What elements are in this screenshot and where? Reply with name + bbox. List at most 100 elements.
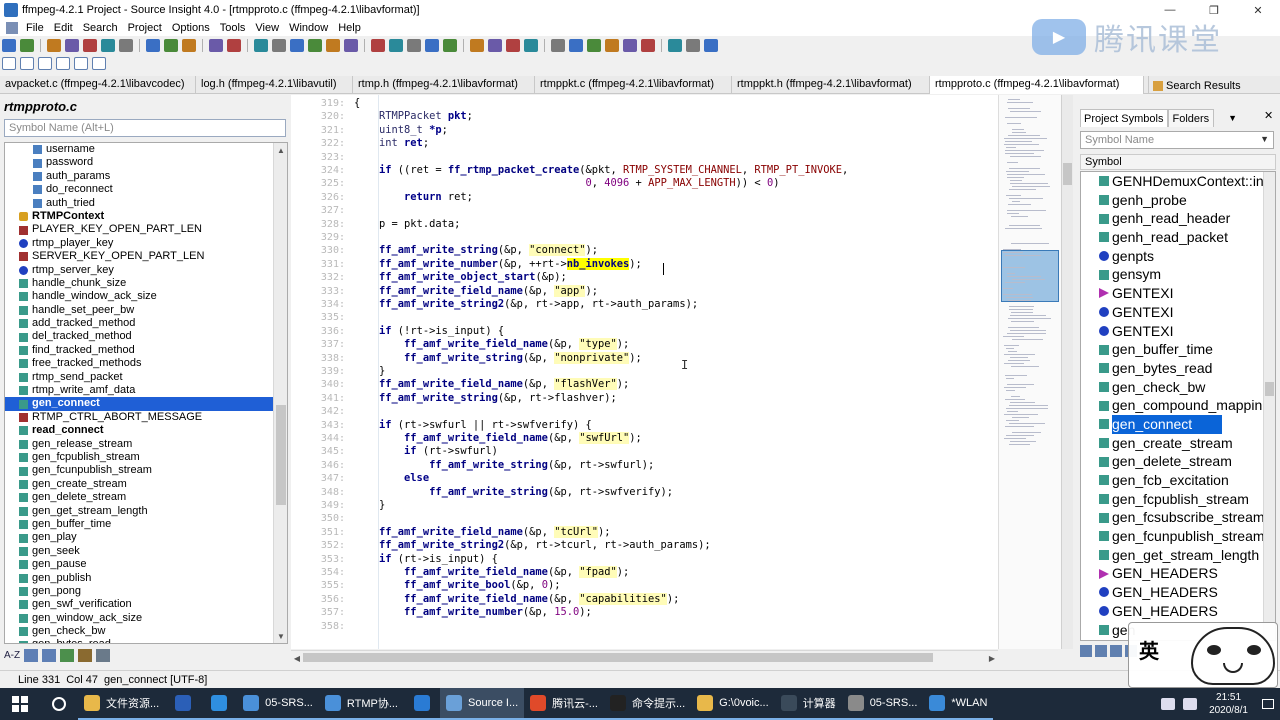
symbol-item[interactable]: gen_fcpublish_stream (5, 451, 273, 464)
project-symbol-item[interactable]: genh_read_packet (1081, 228, 1264, 247)
toolbar-button-icon[interactable] (290, 38, 304, 52)
project-symbol-item[interactable]: GENTEXI (1081, 284, 1264, 303)
toolbar-button-icon[interactable] (272, 38, 286, 52)
close-icon[interactable]: ✕ (1264, 109, 1273, 122)
code-line[interactable]: 353: if (rt->is_input) { (291, 553, 998, 566)
project-symbol-item[interactable]: gen_connect (1081, 414, 1264, 434)
menu-file[interactable]: File (22, 22, 50, 34)
toolbar-button-icon[interactable] (344, 38, 358, 52)
code-line[interactable]: 328: p = pkt.data; (291, 218, 998, 231)
code-line[interactable]: 325: 0, 4096 + APP_MAX_LENGTH)) < 0) (291, 177, 998, 190)
symbol-item[interactable]: gen_fcunpublish_stream (5, 464, 273, 477)
code-line[interactable]: 338: ff_amf_write_string(&p, "nonprivate… (291, 351, 998, 365)
symbol-item[interactable]: gen_bytes_read (5, 638, 273, 643)
symbol-item[interactable]: gen_create_stream (5, 478, 273, 491)
symbol-search-input[interactable]: Symbol Name (Alt+L) (4, 119, 286, 137)
code-line[interactable]: 320: RTMPPacket pkt; (291, 110, 998, 123)
symbol-item[interactable]: gen_pong (5, 585, 273, 598)
toolbar-button-icon[interactable] (587, 38, 601, 52)
file-tab[interactable]: rtmppkt.c (ffmpeg-4.2.1\libavformat) (535, 76, 732, 94)
symbol-item[interactable]: gen_window_ack_size (5, 612, 273, 625)
symbol-item[interactable]: gen_buffer_time (5, 518, 273, 531)
scrollbar-thumb[interactable] (1063, 163, 1072, 185)
dropdown-arrow-icon[interactable]: ▼ (1260, 134, 1269, 144)
taskbar-item[interactable]: 05-SRS... (841, 688, 924, 720)
toolbar-button-icon[interactable] (47, 38, 61, 52)
toolbar-button-icon[interactable] (407, 38, 421, 52)
toolbar-button-icon[interactable] (209, 38, 223, 52)
file-tab[interactable]: rtmpproto.c (ffmpeg-4.2.1\libavformat) (930, 76, 1144, 94)
volume-icon[interactable] (1183, 698, 1198, 710)
tree-view-icon[interactable] (42, 648, 57, 662)
toolbar-button-icon[interactable] (65, 38, 79, 52)
toolbar-button-icon[interactable] (470, 38, 484, 52)
code-line[interactable]: 335: (291, 311, 998, 324)
symbol-item[interactable]: handle_window_ack_size (5, 290, 273, 303)
scroll-right-icon[interactable]: ▶ (986, 651, 998, 665)
taskbar-item[interactable]: 命令提示... (603, 688, 692, 720)
toolbar-button-icon[interactable] (686, 38, 700, 52)
folder-icon[interactable] (1095, 645, 1107, 657)
code-line[interactable]: 350: (291, 512, 998, 525)
file-tab[interactable]: rtmppkt.h (ffmpeg-4.2.1\libavformat) (732, 76, 930, 94)
toolbar-button-icon[interactable] (371, 38, 385, 52)
symbol-item[interactable]: gen_delete_stream (5, 491, 273, 504)
category-icon[interactable] (60, 648, 75, 662)
project-symbol-item[interactable]: GEN_HEADERS (1081, 583, 1264, 602)
symbol-item[interactable]: gen_release_stream (5, 438, 273, 451)
scroll-up-icon[interactable]: ▲ (274, 143, 287, 157)
symbol-item[interactable]: auth_tried (5, 197, 273, 210)
project-symbol-search-input[interactable]: Symbol Name ▼ (1080, 131, 1274, 149)
symbol-item[interactable]: handle_chunk_size (5, 277, 273, 290)
code-line[interactable]: 332: ff_amf_write_object_start(&p); (291, 271, 998, 284)
tab-search-results[interactable]: Search Results (1148, 76, 1280, 94)
symbol-item[interactable]: auth_params (5, 170, 273, 183)
menu-options[interactable]: Options (168, 22, 216, 34)
symbol-item[interactable]: RTMPContext (5, 210, 273, 223)
notification-center-button[interactable] (1256, 688, 1280, 720)
toolbar-button-icon[interactable] (254, 38, 268, 52)
code-line[interactable]: 333: ff_amf_write_field_name(&p, "app"); (291, 284, 998, 298)
project-symbol-item[interactable]: GEN_HEADERS (1081, 564, 1264, 583)
toolbar-button-icon[interactable] (524, 38, 538, 52)
code-line[interactable]: 339: } (291, 365, 998, 378)
project-symbol-item[interactable]: gen_create_stream (1081, 434, 1264, 453)
code-line[interactable]: 348: ff_amf_write_string(&p, rt->swfveri… (291, 486, 998, 499)
project-symbol-item[interactable]: gen_buffer_time (1081, 340, 1264, 359)
symbol-item[interactable]: read_connect (5, 424, 273, 437)
network-icon[interactable] (1161, 698, 1176, 710)
toolbar-button-icon[interactable] (2, 38, 16, 52)
code-line[interactable]: 352: ff_amf_write_string2(&p, rt->tcurl,… (291, 539, 998, 552)
toolbar-button-icon[interactable] (668, 38, 682, 52)
taskbar-item[interactable]: 计算器 (774, 688, 842, 720)
scroll-down-icon[interactable]: ▼ (274, 629, 287, 643)
toolbar-button-icon[interactable] (20, 56, 34, 70)
project-symbol-scrollbar[interactable] (1263, 172, 1275, 640)
project-symbol-item[interactable]: gen_compound_mappin (1081, 396, 1264, 415)
project-symbol-item[interactable]: gensym (1081, 265, 1264, 284)
toolbar-button-icon[interactable] (425, 38, 439, 52)
taskbar-item[interactable]: 文件资源... (78, 688, 166, 720)
toolbar-button-icon[interactable] (704, 38, 718, 52)
gear-icon[interactable] (96, 648, 111, 662)
code-line[interactable]: 331: ff_amf_write_number(&p, ++rt->nb_in… (291, 257, 998, 271)
list-view-icon[interactable] (1110, 645, 1122, 657)
lock-icon[interactable] (1080, 645, 1092, 657)
toolbar-button-icon[interactable] (182, 38, 196, 52)
file-tab[interactable]: log.h (ffmpeg-4.2.1\libavutil) (196, 76, 353, 94)
toolbar-button-icon[interactable] (2, 56, 16, 70)
scrollbar-thumb[interactable] (276, 405, 286, 505)
menu-edit[interactable]: Edit (50, 22, 79, 34)
list-view-icon[interactable] (24, 648, 39, 662)
symbol-item[interactable]: gen_seek (5, 545, 273, 558)
menu-view[interactable]: View (251, 22, 285, 34)
toolbar-button-icon[interactable] (74, 56, 88, 70)
start-button[interactable] (0, 688, 40, 720)
code-line[interactable]: 347: else (291, 472, 998, 485)
symbol-item[interactable]: gen_check_bw (5, 625, 273, 638)
editor-horizontal-scrollbar[interactable]: ◀ ▶ (291, 650, 998, 664)
scrollbar-thumb[interactable] (303, 653, 933, 662)
symbol-column-header[interactable]: Symbol (1080, 154, 1276, 170)
taskbar-item[interactable]: Source I... (440, 688, 525, 720)
menu-tools[interactable]: Tools (216, 22, 252, 34)
